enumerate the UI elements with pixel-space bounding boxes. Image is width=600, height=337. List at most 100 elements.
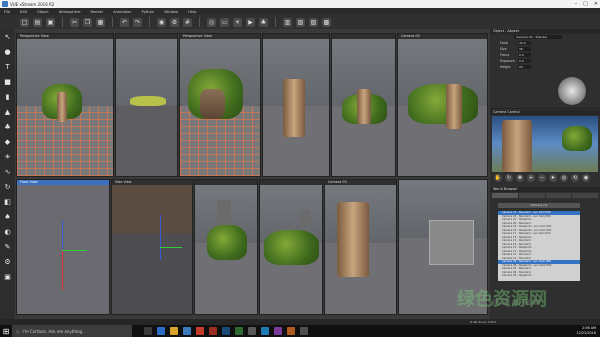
gear-tool-icon[interactable]: ⚙ <box>3 258 13 267</box>
menu-python[interactable]: Python <box>142 10 154 14</box>
viewport-render-2[interactable] <box>331 33 396 177</box>
viewport-render-4[interactable] <box>259 179 323 315</box>
eraser-tool-icon[interactable]: ◐ <box>3 228 13 237</box>
hand-icon[interactable]: ✋ <box>494 174 502 182</box>
minimize-icon[interactable]: – <box>575 0 578 8</box>
orbit-icon[interactable]: ↻ <box>505 174 513 182</box>
app-icon-5[interactable] <box>287 327 295 335</box>
camera-tool-icon[interactable]: ◧ <box>3 198 13 207</box>
vue-icon-2[interactable] <box>209 327 217 335</box>
pan-icon[interactable]: ✥ <box>516 174 524 182</box>
camera-list-item[interactable]: Camera 05 - Telephoto <box>498 274 580 278</box>
viewport-perspective-1[interactable]: Perspective View <box>16 33 114 177</box>
menu-object[interactable]: Object <box>37 10 49 14</box>
store-icon[interactable] <box>183 327 191 335</box>
app-icon-1[interactable] <box>235 327 243 335</box>
tab-materials[interactable] <box>518 193 545 198</box>
layout-4-icon[interactable]: ▩ <box>322 17 331 27</box>
globe-icon[interactable]: ◎ <box>207 17 216 27</box>
menu-edit[interactable]: Edit <box>20 10 27 14</box>
target-icon[interactable]: ◎ <box>560 174 568 182</box>
zoom-in-icon[interactable]: + <box>527 174 535 182</box>
cylinder-tool-icon[interactable]: ▮ <box>3 93 13 102</box>
windows-start-icon[interactable]: ⊞ <box>0 325 12 337</box>
copy-icon[interactable]: ❐ <box>83 17 92 27</box>
menu-render[interactable]: Render <box>90 10 103 14</box>
prop-value[interactable]: 30.0 <box>518 41 531 45</box>
system-clock[interactable]: 2:56 AM 12/22/2016 <box>576 326 596 336</box>
tab-library[interactable] <box>572 193 598 198</box>
rotate-tool-icon[interactable]: ↻ <box>3 183 13 192</box>
cut-icon[interactable]: ✂ <box>70 17 79 27</box>
menu-file[interactable]: File <box>4 10 10 14</box>
prop-value[interactable]: 0.0 <box>518 53 531 57</box>
redo-icon[interactable]: ↷ <box>133 17 142 27</box>
reset-icon[interactable]: ⟲ <box>571 174 579 182</box>
rock-tool-icon[interactable]: ◆ <box>3 138 13 147</box>
fly-icon[interactable]: ➤ <box>549 174 557 182</box>
maximize-icon[interactable]: □ <box>583 0 588 8</box>
vue-icon[interactable] <box>196 327 204 335</box>
paste-icon[interactable]: ▦ <box>96 17 105 27</box>
task-view-icon[interactable] <box>144 327 152 335</box>
play-icon[interactable]: ▶ <box>246 17 255 27</box>
tab-objects[interactable] <box>492 193 518 198</box>
grid-icon[interactable]: # <box>183 17 192 27</box>
light-icon[interactable]: ☀ <box>233 17 242 27</box>
save-icon[interactable]: ▣ <box>46 17 55 27</box>
viewport-camera-09[interactable]: Camera 09 <box>397 33 488 177</box>
select-tool-icon[interactable]: ↖ <box>3 33 13 42</box>
prop-value[interactable]: 36 <box>518 47 531 51</box>
layout-2-icon[interactable]: ▧ <box>296 17 305 27</box>
orientation-sphere[interactable] <box>558 77 586 105</box>
close-icon[interactable]: ✕ <box>594 0 598 8</box>
new-icon[interactable]: □ <box>20 17 29 27</box>
app-icon-4[interactable] <box>274 327 282 335</box>
viewport-side[interactable]: Side View <box>111 179 193 315</box>
cortana-search[interactable]: ○ I'm Cortana. Ask me anything. <box>12 325 132 337</box>
zoom-out-icon[interactable]: − <box>538 174 546 182</box>
ecosystem-icon[interactable]: ♣ <box>259 17 268 27</box>
grid-tool-icon[interactable]: ▣ <box>3 273 13 282</box>
menu-window[interactable]: Window <box>164 10 178 14</box>
layout-3-icon[interactable]: ▨ <box>309 17 318 27</box>
camera-icon[interactable]: ▭ <box>220 17 229 27</box>
open-icon[interactable]: ▤ <box>33 17 42 27</box>
viewport-ground <box>116 106 177 176</box>
viewport-render-3[interactable] <box>194 179 258 315</box>
photoshop-icon[interactable] <box>222 327 230 335</box>
camera-preview[interactable] <box>492 116 598 172</box>
settings-icon[interactable]: ⚙ <box>170 17 179 27</box>
menu-atmosphere[interactable]: Atmosphere <box>59 10 81 14</box>
camera-group-header[interactable]: Camera (3) <box>498 203 580 208</box>
viewport-camera-03[interactable]: Camera 03 <box>324 179 397 315</box>
app-icon-3[interactable] <box>261 327 269 335</box>
viewport-render-1[interactable] <box>262 33 330 177</box>
text-tool-icon[interactable]: T <box>3 63 13 72</box>
menu-help[interactable]: Help <box>188 10 196 14</box>
viewport-perspective-2[interactable] <box>115 33 178 177</box>
grass-tool-icon[interactable]: ♠ <box>3 213 13 222</box>
cube-tool-icon[interactable]: ■ <box>3 78 13 87</box>
explorer-icon[interactable] <box>170 327 178 335</box>
tab-links[interactable] <box>545 193 572 198</box>
viewport-front[interactable]: Front View <box>16 179 110 315</box>
menu-animation[interactable]: Animation <box>113 10 131 14</box>
app-icon-6[interactable] <box>300 327 308 335</box>
render-icon[interactable]: ◉ <box>157 17 166 27</box>
app-icon-2[interactable] <box>248 327 256 335</box>
prop-value[interactable]: 0.0 <box>518 59 531 63</box>
brush-tool-icon[interactable]: ✎ <box>3 243 13 252</box>
eye-icon[interactable]: ◉ <box>582 174 590 182</box>
layout-1-icon[interactable]: ▥ <box>283 17 292 27</box>
camera-select[interactable]: Camera 20 - Standar <box>514 35 562 39</box>
sphere-tool-icon[interactable]: ● <box>3 48 13 57</box>
prop-value[interactable]: 20 <box>518 65 531 69</box>
undo-icon[interactable]: ↶ <box>120 17 129 27</box>
edge-icon[interactable] <box>157 327 165 335</box>
plant-tool-icon[interactable]: ♣ <box>3 123 13 132</box>
viewport-perspective-3[interactable]: Perspective View <box>179 33 261 177</box>
paint-tool-icon[interactable]: ∿ <box>3 168 13 177</box>
light-tool-icon[interactable]: ☀ <box>3 153 13 162</box>
terrain-tool-icon[interactable]: ▲ <box>3 108 13 117</box>
